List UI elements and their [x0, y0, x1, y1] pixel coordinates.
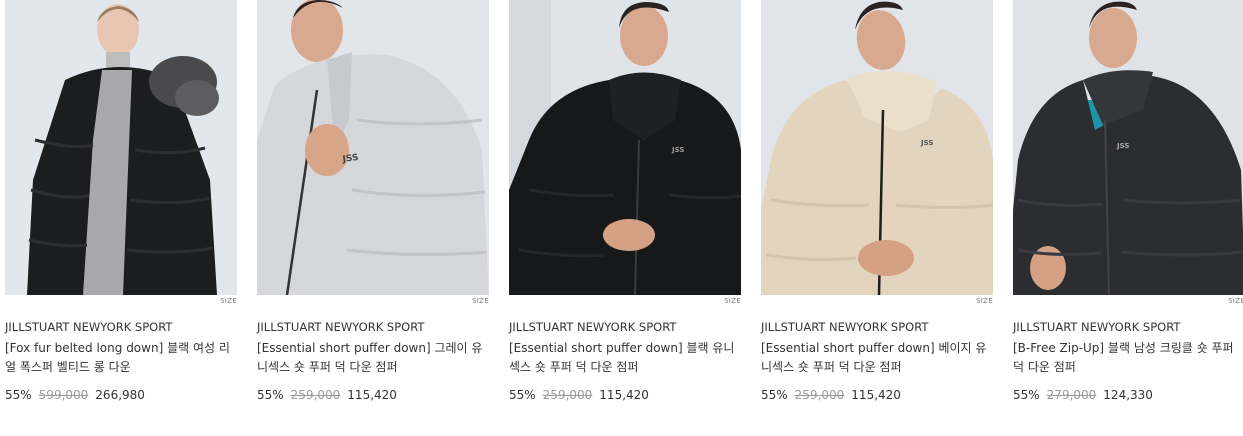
product-photo-illustration: JSS: [1013, 0, 1243, 295]
product-photo-illustration: JSS: [761, 0, 993, 295]
svg-text:JSS: JSS: [920, 139, 933, 147]
product-pricing: 55% 279,000 124,330: [1013, 388, 1153, 402]
product-photo-illustration: [5, 0, 237, 295]
product-image[interactable]: JSS: [257, 0, 489, 295]
product-card[interactable]: JSS SIZE JILLSTUART NEWYORK SPORT [B-Fre…: [1013, 0, 1243, 436]
product-name[interactable]: [Fox fur belted long down] 블랙 여성 리얼 폭스퍼 …: [5, 339, 237, 377]
product-name[interactable]: [Essential short puffer down] 그레이 유니섹스 숏…: [257, 339, 489, 377]
product-grid: SIZE JILLSTUART NEWYORK SPORT [Fox fur b…: [0, 0, 1243, 436]
product-brand: JILLSTUART NEWYORK SPORT: [5, 320, 173, 334]
sale-price: 115,420: [851, 388, 901, 402]
product-photo-illustration: JSS: [257, 0, 489, 295]
product-brand: JILLSTUART NEWYORK SPORT: [1013, 320, 1181, 334]
svg-text:JSS: JSS: [671, 146, 684, 154]
original-price: 259,000: [794, 388, 845, 402]
sale-price: 115,420: [599, 388, 649, 402]
product-name[interactable]: [B-Free Zip-Up] 블랙 남성 크링클 숏 푸퍼 덕 다운 점퍼: [1013, 339, 1243, 377]
discount-rate: 55%: [1013, 388, 1040, 402]
discount-rate: 55%: [761, 388, 788, 402]
sale-price: 115,420: [347, 388, 397, 402]
original-price: 259,000: [542, 388, 593, 402]
size-label: SIZE: [1228, 297, 1243, 305]
discount-rate: 55%: [257, 388, 284, 402]
size-label: SIZE: [724, 297, 741, 305]
product-brand: JILLSTUART NEWYORK SPORT: [761, 320, 929, 334]
size-label: SIZE: [220, 297, 237, 305]
product-card[interactable]: JSS SIZE JILLSTUART NEWYORK SPORT [Essen…: [509, 0, 741, 436]
product-card[interactable]: JSS SIZE JILLSTUART NEWYORK SPORT [Essen…: [257, 0, 489, 436]
original-price: 279,000: [1046, 388, 1097, 402]
product-pricing: 55% 599,000 266,980: [5, 388, 145, 402]
product-card[interactable]: SIZE JILLSTUART NEWYORK SPORT [Fox fur b…: [5, 0, 237, 436]
product-image[interactable]: JSS: [509, 0, 741, 295]
product-image[interactable]: JSS: [1013, 0, 1243, 295]
product-card[interactable]: JSS SIZE JILLSTUART NEWYORK SPORT [Essen…: [761, 0, 993, 436]
discount-rate: 55%: [5, 388, 32, 402]
product-image[interactable]: [5, 0, 237, 295]
product-pricing: 55% 259,000 115,420: [509, 388, 649, 402]
size-label: SIZE: [976, 297, 993, 305]
product-photo-illustration: JSS: [509, 0, 741, 295]
sale-price: 124,330: [1103, 388, 1153, 402]
discount-rate: 55%: [509, 388, 536, 402]
product-pricing: 55% 259,000 115,420: [257, 388, 397, 402]
product-image[interactable]: JSS: [761, 0, 993, 295]
sale-price: 266,980: [95, 388, 145, 402]
product-brand: JILLSTUART NEWYORK SPORT: [509, 320, 677, 334]
original-price: 259,000: [290, 388, 341, 402]
product-pricing: 55% 259,000 115,420: [761, 388, 901, 402]
product-brand: JILLSTUART NEWYORK SPORT: [257, 320, 425, 334]
size-label: SIZE: [472, 297, 489, 305]
svg-text:JSS: JSS: [1116, 142, 1129, 150]
product-name[interactable]: [Essential short puffer down] 베이지 유니섹스 숏…: [761, 339, 993, 377]
original-price: 599,000: [38, 388, 89, 402]
product-name[interactable]: [Essential short puffer down] 블랙 유니섹스 숏 …: [509, 339, 741, 377]
